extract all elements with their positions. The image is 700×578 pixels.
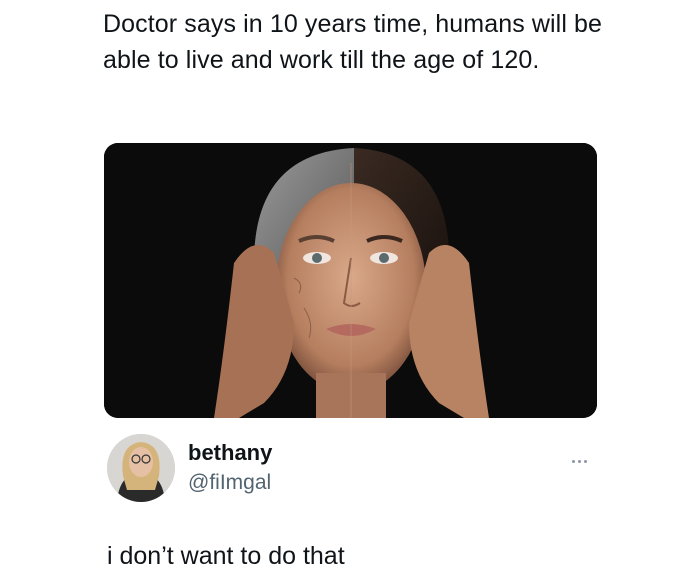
display-name[interactable]: bethany xyxy=(188,440,272,466)
post-text: Doctor says in 10 years time, humans wil… xyxy=(103,10,603,74)
reply-text: i don’t want to do that xyxy=(107,542,345,570)
avatar[interactable] xyxy=(107,434,175,502)
ellipsis-icon[interactable] xyxy=(572,450,594,463)
profile-avatar xyxy=(107,434,175,502)
post-image[interactable] xyxy=(104,143,597,418)
aging-face-photo xyxy=(104,143,597,418)
user-handle[interactable]: @fiImgal xyxy=(188,470,271,496)
